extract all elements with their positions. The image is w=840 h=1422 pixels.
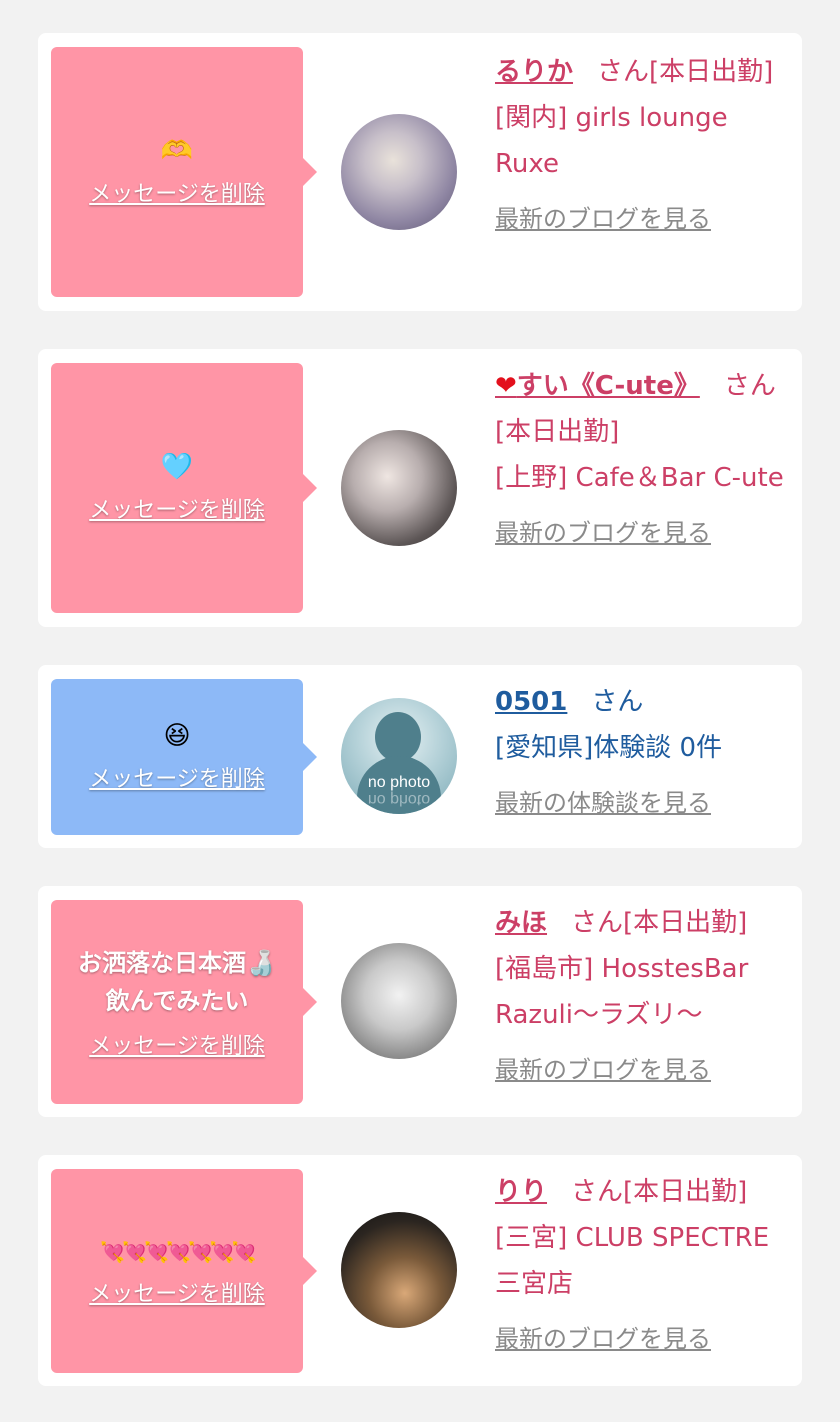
message-bubble: 😆 メッセージを削除 — [51, 679, 317, 835]
san-label: さん — [723, 371, 776, 401]
name-line: りり さん[本日出勤] — [495, 1169, 795, 1215]
latest-blog-link[interactable]: 最新のブログを見る — [495, 513, 795, 553]
name-line: 0501 さん — [495, 679, 795, 725]
grinning-squint-emoji: 😆 — [163, 721, 191, 751]
message-card: 🫶 メッセージを削除 るりか さん[本日出勤] [関内] girls lounge… — [38, 33, 802, 311]
message-card: 😆 メッセージを削除 no photo no photo 0501 さん [愛知県… — [38, 665, 802, 848]
cast-info: るりか さん[本日出勤] [関内] girls lounge Ruxe 最新のブロ… — [495, 49, 795, 239]
shop-label: [福島市] HosstesBar Razuli〜ラズリ〜 — [495, 954, 749, 1030]
san-status: さん[本日出勤] — [571, 1177, 748, 1207]
status-label: [本日出勤] — [495, 417, 620, 447]
cast-info: りり さん[本日出勤] [三宮] CLUB SPECTRE 三宮店 最新のブログを… — [495, 1169, 795, 1359]
cast-info: ❤すい《C-ute》 さん [本日出勤] [上野] Cafe＆Bar C-ute … — [495, 363, 795, 553]
latest-review-link[interactable]: 最新の体験談を見る — [495, 783, 795, 823]
light-blue-heart-emoji: 🩵 — [160, 452, 194, 482]
message-bubble: 💘💘💘💘💘💘💘 メッセージを削除 — [51, 1169, 317, 1373]
delete-message-link[interactable]: メッセージを削除 — [89, 761, 265, 793]
name-line: ❤すい《C-ute》 さん — [495, 363, 795, 409]
avatar[interactable] — [341, 1212, 457, 1328]
user-name-link[interactable]: 0501 — [495, 687, 567, 717]
silhouette-head — [375, 712, 421, 762]
shop-label: [関内] girls lounge Ruxe — [495, 103, 728, 179]
san-label: さん — [591, 687, 644, 717]
cast-name-link[interactable]: ❤すい《C-ute》 — [495, 371, 700, 401]
message-bubble: お洒落な日本酒🍶 飲んでみたい メッセージを削除 — [51, 900, 317, 1104]
shop-label: [三宮] CLUB SPECTRE 三宮店 — [495, 1223, 770, 1299]
delete-message-link[interactable]: メッセージを削除 — [89, 176, 265, 208]
no-photo-reflection: no photo — [367, 791, 431, 808]
message-card: お洒落な日本酒🍶 飲んでみたい メッセージを削除 みほ さん[本日出勤] [福島市… — [38, 886, 802, 1117]
avatar[interactable] — [341, 114, 457, 230]
review-count-label: [愛知県]体験談 0件 — [495, 733, 723, 763]
name-line: みほ さん[本日出勤] — [495, 900, 795, 946]
cast-info: みほ さん[本日出勤] [福島市] HosstesBar Razuli〜ラズリ〜 … — [495, 900, 795, 1090]
avatar[interactable]: no photo no photo — [341, 698, 457, 814]
message-card: 💘💘💘💘💘💘💘 メッセージを削除 りり さん[本日出勤] [三宮] CLUB SP… — [38, 1155, 802, 1386]
san-status: さん[本日出勤] — [597, 57, 774, 87]
latest-blog-link[interactable]: 最新のブログを見る — [495, 199, 795, 239]
san-status: さん[本日出勤] — [571, 908, 748, 938]
message-bubble: 🫶 メッセージを削除 — [51, 47, 317, 297]
avatar[interactable] — [341, 430, 457, 546]
cast-name-link[interactable]: りり — [495, 1177, 547, 1207]
message-text: お洒落な日本酒🍶 飲んでみたい — [78, 949, 276, 1015]
heart-icon: ❤ — [495, 371, 517, 401]
message-card: 🩵 メッセージを削除 ❤すい《C-ute》 さん [本日出勤] [上野] Cafe… — [38, 349, 802, 627]
message-list: 🫶 メッセージを削除 るりか さん[本日出勤] [関内] girls lounge… — [0, 0, 840, 1422]
heart-hands-emoji: 🫶 — [160, 136, 194, 166]
cast-name-link[interactable]: るりか — [495, 57, 573, 87]
delete-message-link[interactable]: メッセージを削除 — [89, 1028, 265, 1060]
delete-message-link[interactable]: メッセージを削除 — [89, 492, 265, 524]
user-info: 0501 さん [愛知県]体験談 0件 最新の体験談を見る — [495, 679, 795, 823]
avatar[interactable] — [341, 943, 457, 1059]
message-bubble: 🩵 メッセージを削除 — [51, 363, 317, 613]
name-line: るりか さん[本日出勤] — [495, 49, 795, 95]
heart-arrow-emojis: 💘💘💘💘💘💘💘 — [100, 1240, 256, 1264]
shop-label: [上野] Cafe＆Bar C-ute — [495, 463, 784, 493]
cast-name-link[interactable]: みほ — [495, 908, 547, 938]
delete-message-link[interactable]: メッセージを削除 — [89, 1276, 265, 1308]
latest-blog-link[interactable]: 最新のブログを見る — [495, 1050, 795, 1090]
latest-blog-link[interactable]: 最新のブログを見る — [495, 1319, 795, 1359]
